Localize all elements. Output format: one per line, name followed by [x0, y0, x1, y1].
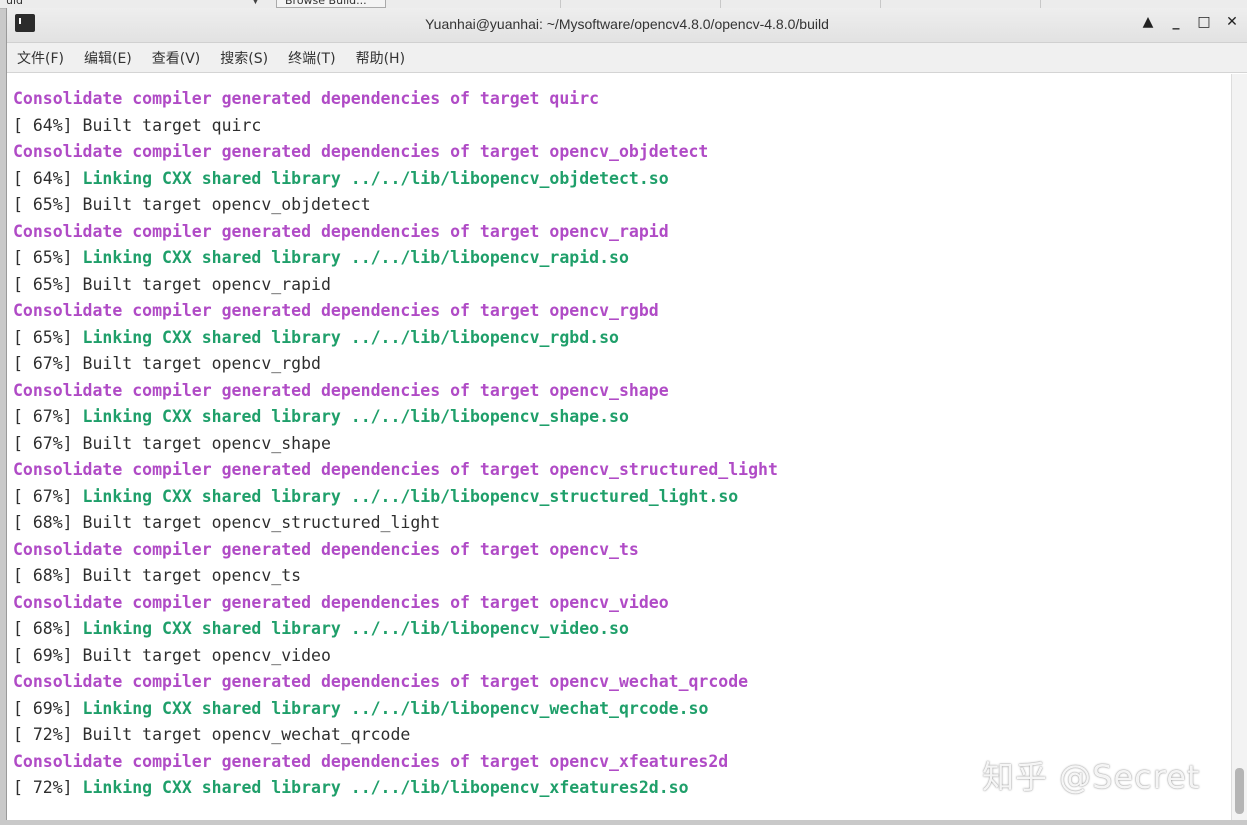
terminal-line: [ 65%] Linking CXX shared library ../../… — [13, 245, 629, 271]
built-text: Built target quirc — [82, 115, 262, 135]
terminal-window: Yuanhai@yuanhai: ~/Mysoftware/opencv4.8.… — [6, 8, 1247, 820]
terminal-line: [ 68%] Linking CXX shared library ../../… — [13, 616, 629, 642]
terminal-line: Consolidate compiler generated dependenc… — [13, 139, 708, 165]
built-text: Built target opencv_rgbd — [82, 354, 321, 373]
linking-text: Linking CXX shared library ../../lib/lib… — [82, 698, 709, 718]
terminal-line: Consolidate compiler generated dependenc… — [13, 86, 599, 112]
progress-prefix: [ 65%] — [13, 327, 83, 347]
consolidate-text: Consolidate compiler generated dependenc… — [13, 89, 600, 108]
built-text: Built target opencv_ts — [82, 566, 302, 585]
consolidate-text: Consolidate compiler generated dependenc… — [13, 142, 709, 161]
minimize-icon[interactable]: _ — [1169, 14, 1183, 30]
window-title: Yuanhai@yuanhai: ~/Mysoftware/opencv4.8.… — [425, 16, 829, 32]
menu-terminal[interactable]: 终端(T) — [288, 48, 335, 68]
progress-prefix: [ 64%] — [13, 115, 83, 135]
scrollbar-thumb[interactable] — [1235, 768, 1244, 814]
consolidate-text: Consolidate compiler generated dependenc… — [13, 672, 749, 691]
built-text: Built target opencv_structured_light — [82, 513, 441, 532]
terminal-line: Consolidate compiler generated dependenc… — [13, 298, 659, 324]
menu-file[interactable]: 文件(F) — [17, 48, 64, 68]
terminal-output[interactable]: Consolidate compiler generated dependenc… — [7, 74, 1233, 820]
terminal-line: [ 68%] Built target opencv_structured_li… — [13, 510, 440, 536]
terminal-line: [ 65%] Linking CXX shared library ../../… — [13, 325, 619, 351]
background-divider — [720, 0, 721, 8]
progress-prefix: [ 67%] — [13, 407, 83, 426]
terminal-line: [ 68%] Built target opencv_ts — [13, 563, 301, 589]
consolidate-text: Consolidate compiler generated dependenc… — [13, 751, 729, 771]
shade-icon[interactable]: ▲ — [1141, 14, 1155, 30]
consolidate-text: Consolidate compiler generated dependenc… — [13, 221, 669, 241]
progress-prefix: [ 65%] — [13, 195, 83, 214]
terminal-line: Consolidate compiler generated dependenc… — [13, 378, 669, 404]
progress-prefix: [ 68%] — [13, 566, 83, 585]
terminal-line: [ 69%] Linking CXX shared library ../../… — [13, 696, 708, 722]
terminal-line: Consolidate compiler generated dependenc… — [13, 590, 669, 616]
watermark: 知乎 @Secret — [982, 758, 1201, 796]
built-text: Built target opencv_rapid — [82, 274, 331, 294]
progress-prefix: [ 68%] — [13, 513, 83, 532]
terminal-line: [ 67%] Linking CXX shared library ../../… — [13, 404, 629, 430]
built-text: Built target opencv_wechat_qrcode — [82, 725, 411, 744]
title-bar[interactable]: Yuanhai@yuanhai: ~/Mysoftware/opencv4.8.… — [7, 8, 1247, 43]
dropdown-arrow-icon[interactable]: ▼ — [252, 0, 259, 6]
linking-text: Linking CXX shared library ../../lib/lib… — [82, 248, 629, 267]
linking-text: Linking CXX shared library ../../lib/lib… — [82, 486, 739, 506]
terminal-line: [ 65%] Built target opencv_objdetect — [13, 192, 371, 218]
consolidate-text: Consolidate compiler generated dependenc… — [13, 539, 639, 559]
progress-prefix: [ 68%] — [13, 619, 83, 638]
linking-text: Linking CXX shared library ../../lib/lib… — [82, 778, 689, 797]
background-divider — [560, 0, 561, 8]
progress-prefix: [ 69%] — [13, 645, 83, 665]
progress-prefix: [ 67%] — [13, 486, 83, 506]
terminal-line: Consolidate compiler generated dependenc… — [13, 537, 639, 563]
background-divider — [1040, 0, 1041, 8]
terminal-line: [ 72%] Built target opencv_wechat_qrcode — [13, 722, 410, 748]
window-controls: ▲ _ □ ✕ — [1141, 14, 1239, 30]
browse-build-button[interactable]: Browse Build... — [276, 0, 386, 8]
terminal-line: [ 64%] Linking CXX shared library ../../… — [13, 166, 669, 192]
progress-prefix: [ 72%] — [13, 778, 83, 797]
terminal-line: [ 67%] Linking CXX shared library ../../… — [13, 484, 738, 510]
progress-prefix: [ 67%] — [13, 354, 83, 373]
menu-help[interactable]: 帮助(H) — [356, 48, 405, 68]
progress-prefix: [ 65%] — [13, 274, 83, 294]
built-text: Built target opencv_objdetect — [82, 195, 371, 214]
terminal-line: Consolidate compiler generated dependenc… — [13, 457, 778, 483]
close-icon[interactable]: ✕ — [1225, 14, 1239, 30]
consolidate-text: Consolidate compiler generated dependenc… — [13, 592, 669, 612]
scrollbar[interactable] — [1231, 74, 1247, 820]
terminal-line: Consolidate compiler generated dependenc… — [13, 749, 728, 775]
maximize-icon[interactable]: □ — [1197, 14, 1211, 30]
consolidate-text: Consolidate compiler generated dependenc… — [13, 380, 669, 400]
built-text: Built target opencv_video — [82, 645, 331, 665]
progress-prefix: [ 72%] — [13, 725, 83, 744]
terminal-line: [ 65%] Built target opencv_rapid — [13, 272, 331, 298]
progress-prefix: [ 65%] — [13, 248, 83, 267]
background-divider — [880, 0, 881, 8]
menu-edit[interactable]: 编辑(E) — [84, 48, 132, 68]
progress-prefix: [ 64%] — [13, 168, 83, 188]
linking-text: Linking CXX shared library ../../lib/lib… — [82, 619, 629, 638]
terminal-line: [ 69%] Built target opencv_video — [13, 643, 331, 669]
linking-text: Linking CXX shared library ../../lib/lib… — [82, 327, 619, 347]
terminal-line: [ 67%] Built target opencv_shape — [13, 431, 331, 457]
terminal-line: [ 64%] Built target quirc — [13, 113, 261, 139]
built-text: Built target opencv_shape — [82, 433, 331, 453]
progress-prefix: [ 69%] — [13, 698, 83, 718]
consolidate-text: Consolidate compiler generated dependenc… — [13, 460, 778, 479]
terminal-line: Consolidate compiler generated dependenc… — [13, 669, 748, 695]
menu-view[interactable]: 查看(V) — [152, 48, 201, 68]
progress-prefix: [ 67%] — [13, 433, 83, 453]
background-window-text: uld — [6, 0, 24, 7]
linking-text: Linking CXX shared library ../../lib/lib… — [82, 168, 669, 188]
linking-text: Linking CXX shared library ../../lib/lib… — [82, 407, 629, 426]
terminal-line: Consolidate compiler generated dependenc… — [13, 219, 669, 245]
consolidate-text: Consolidate compiler generated dependenc… — [13, 301, 659, 320]
terminal-line: [ 67%] Built target opencv_rgbd — [13, 351, 321, 377]
menu-search[interactable]: 搜索(S) — [220, 48, 268, 68]
terminal-line: [ 72%] Linking CXX shared library ../../… — [13, 775, 689, 801]
menu-bar: 文件(F) 编辑(E) 查看(V) 搜索(S) 终端(T) 帮助(H) — [7, 43, 1247, 73]
